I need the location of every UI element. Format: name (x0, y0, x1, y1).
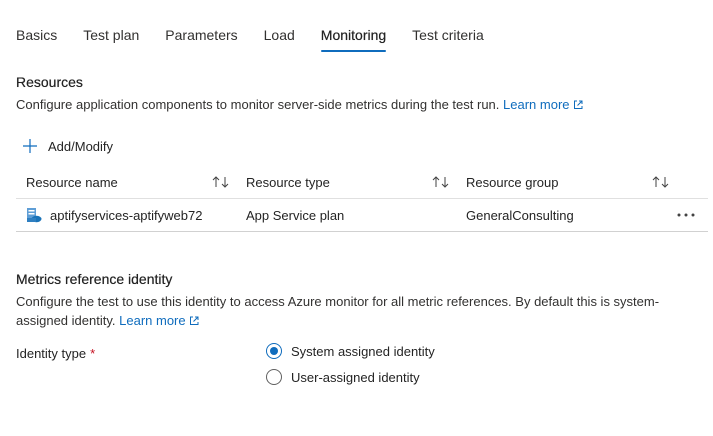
resources-grid: Resource name Resource type Resource gro… (16, 166, 708, 232)
identity-type-label-text: Identity type (16, 346, 87, 361)
column-header-label: Resource group (466, 174, 559, 190)
identity-description-text: Configure the test to use this identity … (16, 294, 660, 328)
sort-icon[interactable] (432, 175, 450, 189)
resources-title: Resources (16, 74, 83, 90)
add-modify-button[interactable]: Add/Modify (22, 136, 113, 156)
cell-actions (676, 199, 708, 231)
cell-resource-type: App Service plan (236, 199, 456, 231)
grid-header: Resource name Resource type Resource gro… (16, 166, 708, 199)
radio-system-assigned[interactable]: System assigned identity (266, 341, 435, 361)
radio-label: System assigned identity (291, 343, 435, 359)
app-service-plan-icon (27, 208, 42, 223)
tab-monitoring[interactable]: Monitoring (320, 24, 387, 52)
resources-description: Configure application components to moni… (16, 95, 696, 114)
sort-icon[interactable] (652, 175, 670, 189)
column-header-resource-name[interactable]: Resource name (16, 166, 236, 198)
column-header-resource-group[interactable]: Resource group (456, 166, 676, 198)
more-icon (677, 213, 695, 217)
resources-learn-more-link[interactable]: Learn more (503, 97, 583, 112)
learn-more-label: Learn more (503, 97, 570, 112)
identity-type-label: Identity type * (16, 346, 95, 361)
radio-label: User-assigned identity (291, 369, 420, 385)
tab-parameters[interactable]: Parameters (165, 24, 237, 48)
cell-resource-group: GeneralConsulting (456, 199, 676, 231)
tab-bar: Basics Test plan Parameters Load Monitor… (16, 24, 510, 52)
sort-icon[interactable] (212, 175, 230, 189)
radio-user-assigned[interactable]: User-assigned identity (266, 367, 435, 387)
column-header-label: Resource name (26, 174, 118, 190)
plus-icon (23, 139, 37, 153)
tab-test-plan[interactable]: Test plan (83, 24, 139, 48)
column-header-label: Resource type (246, 174, 330, 190)
more-options-button[interactable] (676, 207, 696, 223)
add-modify-label: Add/Modify (48, 138, 114, 154)
column-header-resource-type[interactable]: Resource type (236, 166, 456, 198)
radio-button[interactable] (266, 369, 282, 385)
resource-name: aptifyservices-aptifyweb72 (50, 207, 203, 223)
identity-description: Configure the test to use this identity … (16, 292, 696, 330)
column-header-actions (676, 166, 708, 198)
resource-type: App Service plan (246, 207, 345, 223)
required-indicator: * (90, 346, 96, 361)
external-link-icon (189, 316, 199, 325)
radio-button-checked[interactable] (266, 343, 282, 359)
identity-learn-more-link[interactable]: Learn more (119, 313, 199, 328)
tab-basics[interactable]: Basics (16, 24, 57, 48)
external-link-icon (573, 100, 583, 109)
cell-resource-name: aptifyservices-aptifyweb72 (16, 199, 236, 231)
identity-title: Metrics reference identity (16, 271, 173, 287)
resources-description-text: Configure application components to moni… (16, 97, 500, 112)
tab-load[interactable]: Load (264, 24, 295, 48)
identity-type-radio-group: System assigned identity User-assigned i… (266, 341, 435, 393)
tab-test-criteria[interactable]: Test criteria (412, 24, 484, 48)
resource-group: GeneralConsulting (466, 207, 574, 223)
table-row[interactable]: aptifyservices-aptifyweb72 App Service p… (16, 199, 708, 232)
learn-more-label: Learn more (119, 313, 186, 328)
